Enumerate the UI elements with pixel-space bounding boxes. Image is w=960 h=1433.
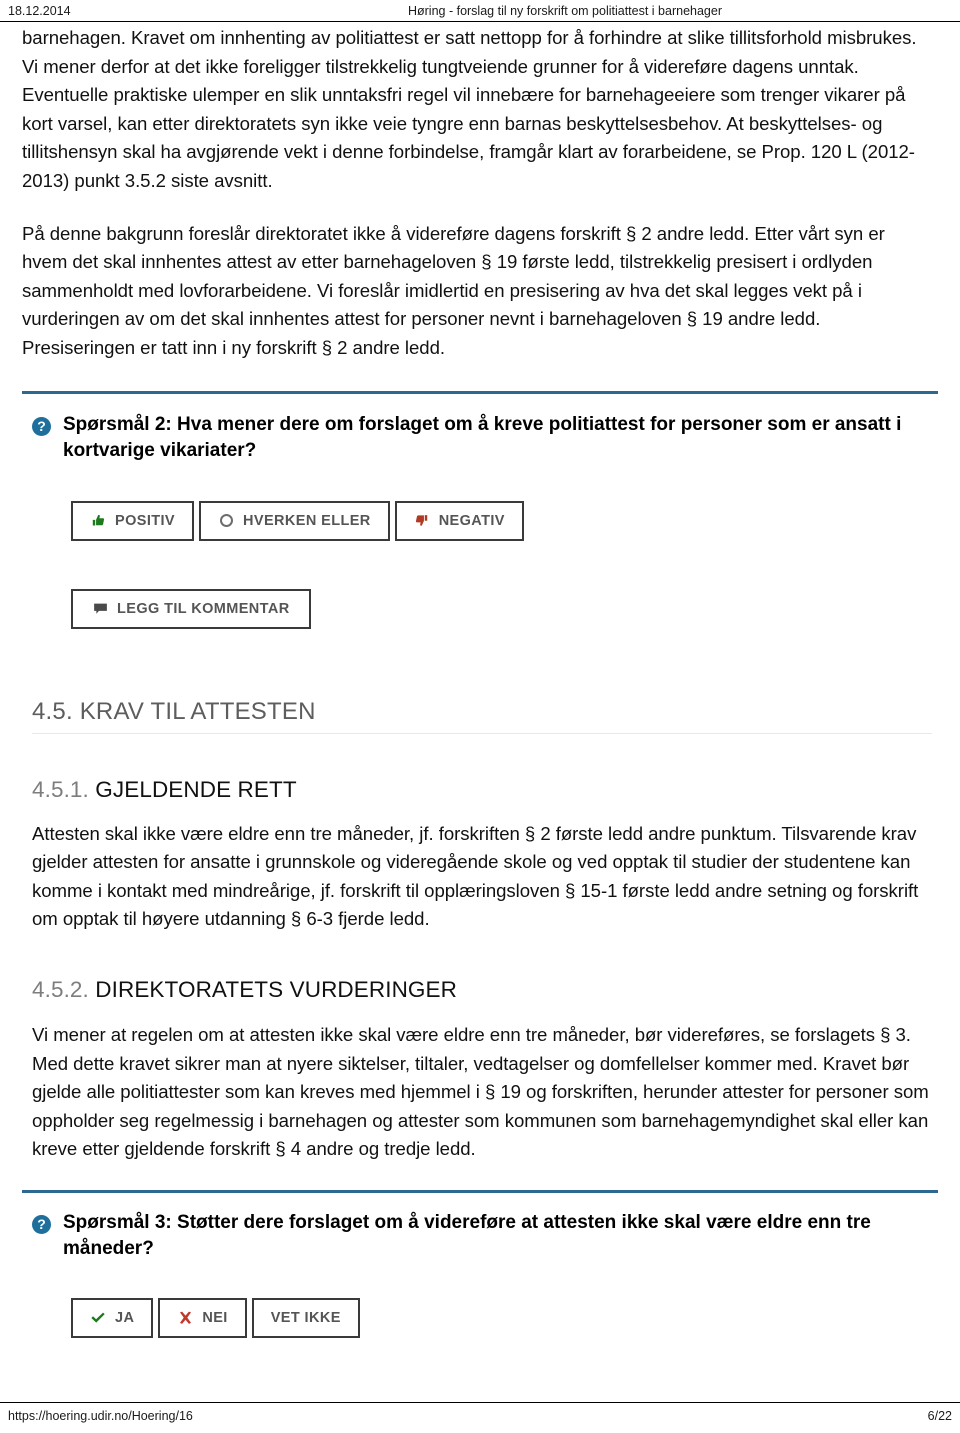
question-2-comment-row: LEGG TIL KOMMENTAR	[22, 588, 938, 629]
question-2-block: ? Spørsmål 2: Hva mener dere om forslage…	[22, 412, 938, 464]
section-4-5-2-title: DIREKTORATETS VURDERINGER	[95, 976, 457, 1002]
thumbs-up-icon	[90, 513, 106, 529]
footer-url: https://hoering.udir.no/Hoering/16	[8, 1409, 193, 1423]
option-hverken-eller-button[interactable]: HVERKEN ELLER	[199, 500, 390, 541]
section-4-5-1-heading: 4.5.1. GJELDENDE RETT	[32, 777, 932, 803]
question-3-options: JA NEI VET IKKE	[22, 1297, 938, 1338]
question-mark-circle-icon: ?	[32, 416, 51, 436]
footer-page-number: 6/22	[927, 1409, 952, 1423]
question-3-text: Spørsmål 3: Støtter dere forslaget om å …	[63, 1211, 871, 1259]
circle-icon	[218, 513, 234, 529]
option-ja-label: JA	[115, 1309, 135, 1326]
paragraph-proposal: På denne bakgrunn foreslår direktoratet …	[22, 222, 885, 358]
paragraph-continued: barnehagen. Kravet om innhenting av poli…	[22, 27, 917, 191]
print-footer: https://hoering.udir.no/Hoering/16 6/22	[0, 1405, 960, 1427]
option-hverken-eller-label: HVERKEN ELLER	[243, 512, 371, 529]
print-document-title: Høring - forslag til ny forskrift om pol…	[407, 4, 722, 18]
section-4-5-2-number: 4.5.2.	[32, 976, 89, 1002]
header-divider	[0, 21, 960, 22]
section-4-5-2-heading: 4.5.2. DIREKTORATETS VURDERINGER	[32, 977, 932, 1003]
add-comment-label: LEGG TIL KOMMENTAR	[117, 600, 290, 617]
print-date: 18.12.2014	[8, 4, 71, 18]
option-nei-button[interactable]: NEI	[158, 1297, 247, 1338]
option-positiv-button[interactable]: POSITIV	[71, 500, 195, 541]
question-mark-circle-icon: ?	[32, 1214, 51, 1234]
section-4-5: 4.5. KRAV TIL ATTESTEN	[22, 698, 938, 734]
page-content: barnehagen. Kravet om innhenting av poli…	[0, 24, 960, 1389]
option-negativ-button[interactable]: NEGATIV	[394, 500, 524, 541]
section-4-5-1-number: 4.5.1.	[32, 776, 89, 802]
question-3-block: ? Spørsmål 3: Støtter dere forslaget om …	[22, 1210, 938, 1262]
question-2-options: POSITIV HVERKEN ELLER NEGATIV	[22, 500, 938, 541]
thumbs-down-icon	[414, 513, 430, 529]
section-4-5-divider	[32, 732, 932, 734]
cross-icon	[177, 1310, 193, 1326]
option-negativ-label: NEGATIV	[438, 512, 505, 529]
question-2-text: Spørsmål 2: Hva mener dere om forslaget …	[63, 413, 902, 461]
option-vet-ikke-label: VET IKKE	[270, 1309, 341, 1326]
section-4-5-2: 4.5.2. DIREKTORATETS VURDERINGER Vi mene…	[22, 977, 938, 1164]
option-ja-button[interactable]: JA	[71, 1297, 154, 1338]
question-3-divider	[22, 1189, 938, 1193]
option-nei-label: NEI	[202, 1309, 228, 1326]
option-vet-ikke-button[interactable]: VET IKKE	[251, 1297, 360, 1338]
section-4-5-2-body: Vi mener at regelen om at attesten ikke …	[32, 1023, 929, 1160]
footer-divider	[0, 1402, 960, 1403]
check-icon	[90, 1310, 106, 1326]
section-4-5-1-title: GJELDENDE RETT	[95, 776, 297, 802]
question-2-divider	[22, 390, 938, 394]
option-positiv-label: POSITIV	[115, 512, 176, 529]
section-4-5-heading: 4.5. KRAV TIL ATTESTEN	[32, 697, 316, 725]
section-4-5-1-body: Attesten skal ikke være eldre enn tre må…	[32, 822, 919, 930]
add-comment-button[interactable]: LEGG TIL KOMMENTAR	[71, 588, 311, 629]
speech-bubble-icon	[92, 601, 108, 617]
section-4-5-1: 4.5.1. GJELDENDE RETT Attesten skal ikke…	[22, 777, 938, 934]
print-header: 18.12.2014 Høring - forslag til ny forsk…	[0, 0, 960, 22]
